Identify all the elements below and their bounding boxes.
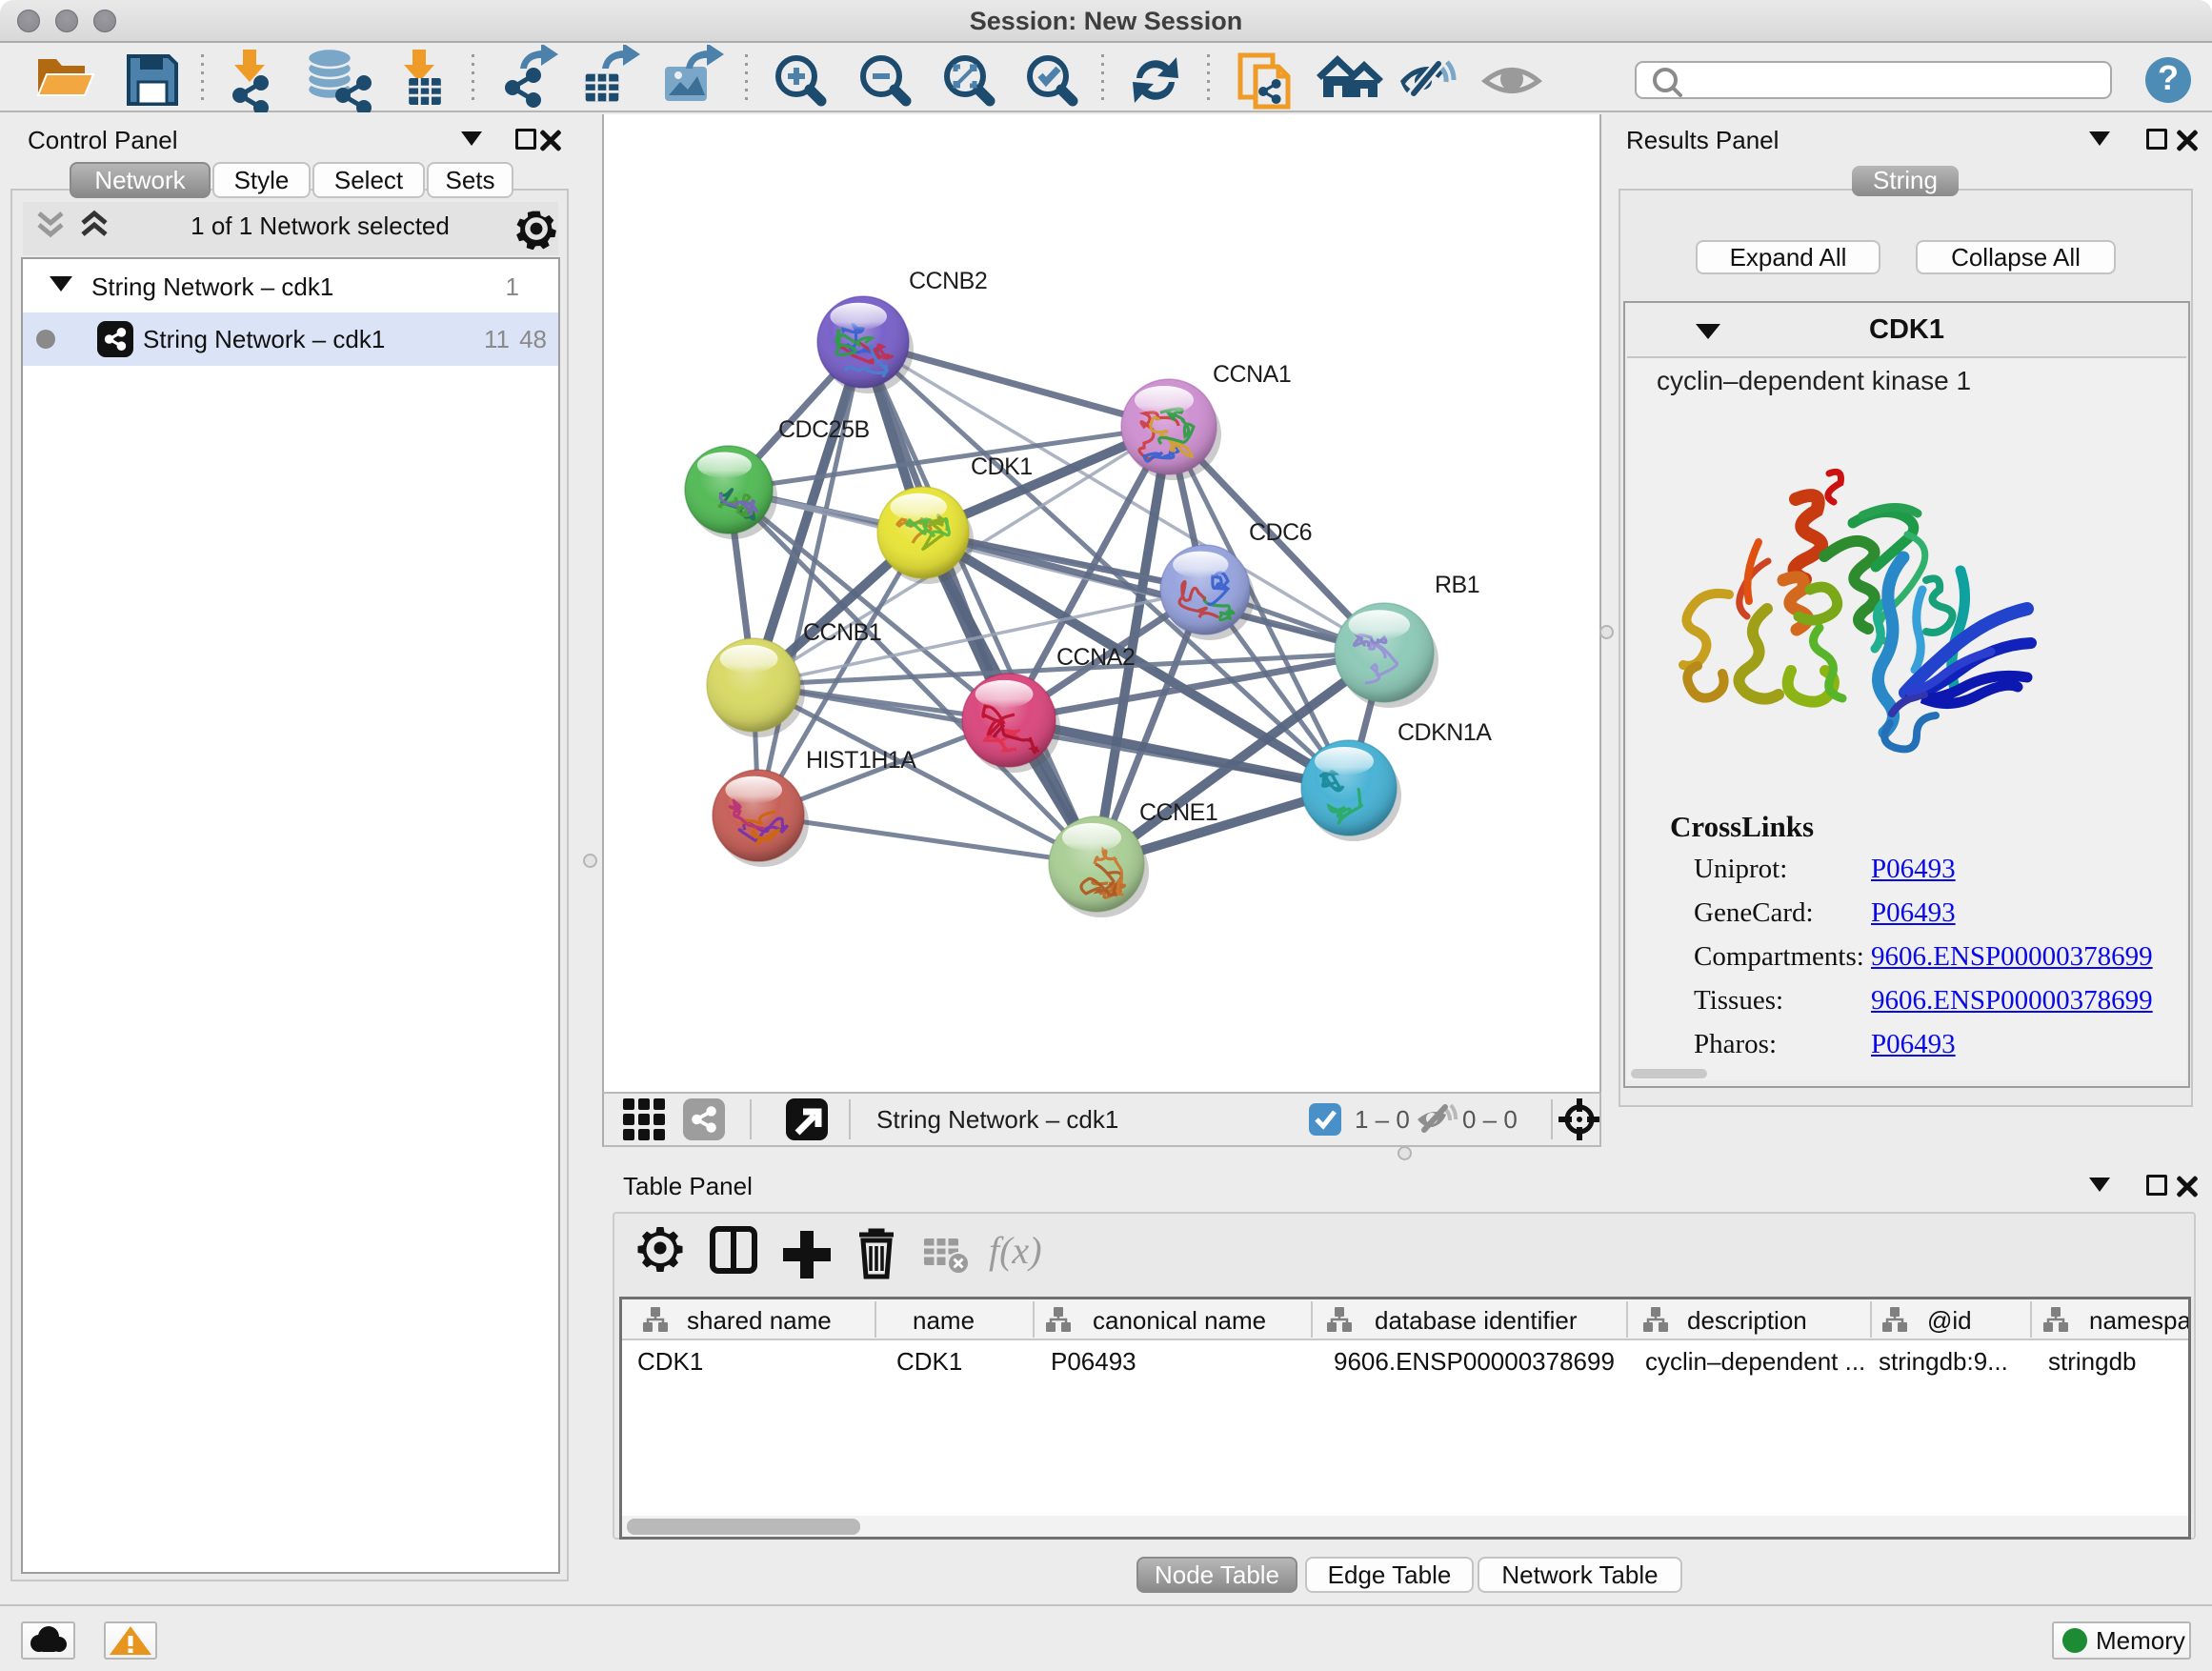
svg-text:CDC6: CDC6 [1249,519,1312,546]
svg-text:CDK1: CDK1 [896,1347,962,1376]
svg-text:P06493: P06493 [1051,1347,1136,1376]
svg-text:Memory: Memory [2096,1626,2185,1655]
svg-text:CCNB1: CCNB1 [803,619,881,646]
svg-text:String Network – cdk1: String Network – cdk1 [876,1105,1118,1134]
svg-text:1 – 0: 1 – 0 [1355,1105,1410,1134]
svg-text:CDC25B: CDC25B [778,416,870,443]
svg-text:description: description [1687,1306,1807,1335]
svg-text:name: name [913,1306,975,1335]
svg-text:namespace: namespace [2089,1306,2188,1335]
svg-text:database identifier: database identifier [1375,1306,1578,1335]
svg-text:String Network – cdk1: String Network – cdk1 [143,325,385,353]
svg-text:CCNB2: CCNB2 [909,268,987,294]
svg-text:CCNE1: CCNE1 [1139,799,1217,826]
svg-text:cyclin–dependent ...: cyclin–dependent ... [1645,1347,1865,1376]
svg-text:stringdb:9...: stringdb:9... [1879,1347,2008,1376]
svg-text:CDK1: CDK1 [637,1347,703,1376]
svg-text:RB1: RB1 [1435,572,1479,598]
svg-text:11: 11 [484,325,510,353]
svg-text:9606.ENSP00000378699: 9606.ENSP00000378699 [1334,1347,1615,1376]
svg-text:f(x): f(x) [989,1229,1042,1272]
svg-text:0 – 0: 0 – 0 [1462,1105,1518,1134]
svg-text:?: ? [2158,58,2179,97]
svg-text:CDK1: CDK1 [971,453,1033,480]
svg-text:String Network – cdk1: String Network – cdk1 [91,272,333,301]
svg-text:stringdb: stringdb [2048,1347,2137,1376]
svg-text:1: 1 [506,272,519,301]
svg-text:@id: @id [1927,1306,1972,1335]
svg-text:CCNA1: CCNA1 [1213,361,1291,388]
svg-text:HIST1H1A: HIST1H1A [806,747,916,774]
svg-text:CDKN1A: CDKN1A [1398,719,1492,746]
svg-text:shared name: shared name [687,1306,832,1335]
svg-text:48: 48 [519,325,547,353]
svg-text:canonical name: canonical name [1093,1306,1266,1335]
svg-text:CCNA2: CCNA2 [1056,644,1135,671]
